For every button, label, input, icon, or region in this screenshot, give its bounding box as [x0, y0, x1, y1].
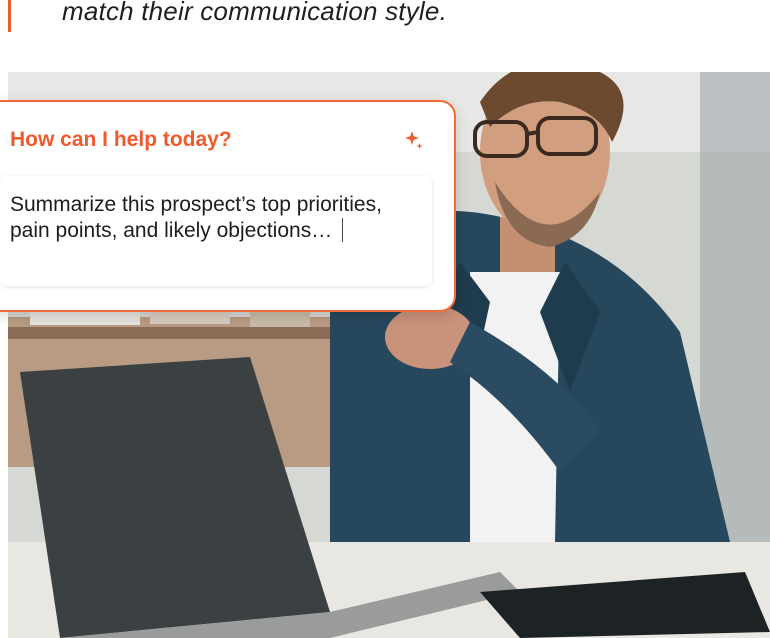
text-caret [342, 218, 344, 242]
prompt-card: How can I help today? Summarize this pro… [0, 100, 456, 312]
accent-bar [8, 0, 11, 32]
prompt-input-text: Summarize this prospect’s top priorities… [10, 192, 410, 244]
prompt-header: How can I help today? [10, 128, 232, 151]
sparkle-icon [405, 131, 423, 149]
prompt-input[interactable]: Summarize this prospect’s top priorities… [0, 176, 432, 286]
tagline: match their communication style. [62, 0, 447, 26]
prompt-input-value: Summarize this prospect’s top priorities… [10, 193, 382, 242]
